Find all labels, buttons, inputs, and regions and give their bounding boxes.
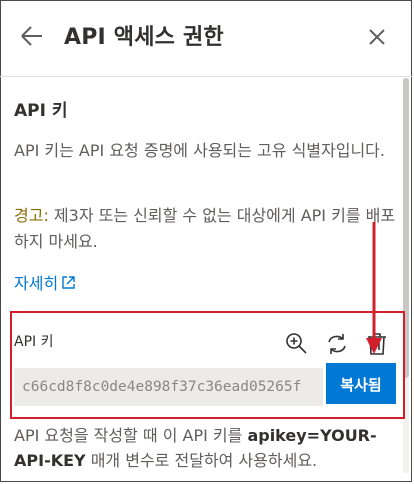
learn-more-link[interactable]: 자세히 [14,270,76,294]
panel-header: API 액세스 권한 [0,0,412,77]
usage-note: API 요청을 작성할 때 이 API 키를 apikey=YOUR-API-K… [14,423,399,473]
warning-message: 제3자 또는 신뢰할 수 없는 대상에게 API 키를 배포하지 마세요. [14,206,396,251]
delete-button[interactable] [364,331,390,357]
copy-button[interactable]: 복사됨 [326,363,396,404]
api-key-field[interactable] [14,368,323,406]
close-button[interactable] [364,24,390,50]
back-button[interactable] [18,22,46,50]
api-key-label: API 키 [14,334,54,350]
warning-text: 경고: 제3자 또는 신뢰할 수 없는 대상에게 API 키를 배포하지 마세요… [14,203,399,255]
learn-more-label: 자세히 [14,274,59,293]
close-icon [369,29,385,45]
regenerate-icon [328,334,346,354]
usage-note-suffix: 매개 변수로 전달하여 사용하세요. [85,451,318,470]
external-link-icon [62,275,75,289]
delete-icon [368,333,386,355]
api-key-description: API 키는 API 요청 증명에 사용되는 고유 식별자입니다. [14,141,385,160]
zoom-in-button[interactable] [284,331,310,357]
page-title: API 액세스 권한 [64,25,224,50]
usage-note-prefix: API 요청을 작성할 때 이 API 키를 [14,426,248,445]
warning-label: 경고: [14,206,49,225]
regenerate-button[interactable] [324,331,350,357]
section-title: API 키 [14,101,68,121]
back-arrow-icon [21,26,42,46]
zoom-in-icon [286,333,307,354]
